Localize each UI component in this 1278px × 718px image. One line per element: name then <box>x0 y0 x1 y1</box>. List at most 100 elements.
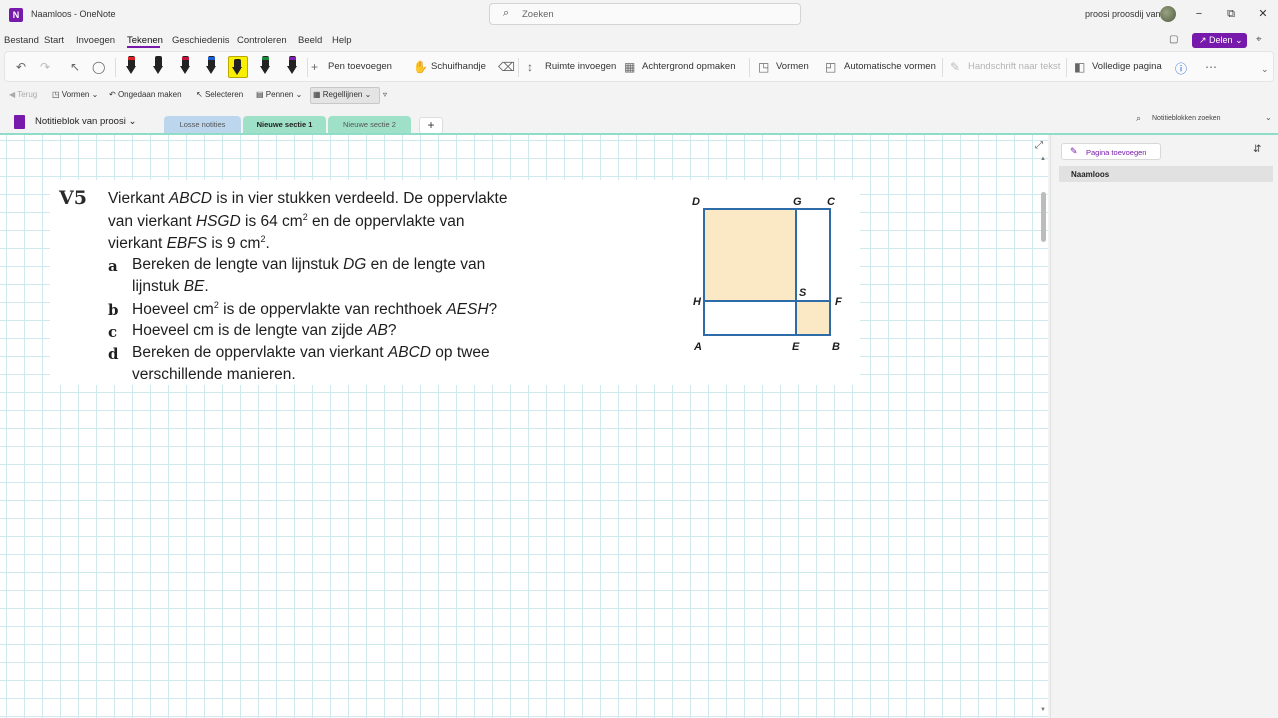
background-icon[interactable]: ▦ <box>624 60 635 74</box>
ribbon-separator <box>115 58 116 77</box>
qat-pens-button[interactable]: ▤ Pennen ⌄ <box>256 90 302 99</box>
search-icon: ⌕ <box>503 7 510 19</box>
question-line: Bereken de lengte van lijnstuk DG en de … <box>132 256 486 273</box>
qat-undo-label: Ongedaan maken <box>117 90 182 99</box>
insert-space-icon[interactable]: ↕ <box>527 60 533 74</box>
pen-1-icon[interactable] <box>125 56 138 78</box>
notebook-name: Notitieblok van proosi <box>35 116 126 127</box>
menu-invoegen[interactable]: Invoegen <box>76 35 115 46</box>
section-tab-nieuwe-sectie-1[interactable]: Nieuwe sectie 1 <box>243 116 326 134</box>
sticky-notes-icon[interactable]: ▢ <box>1169 34 1178 45</box>
chevron-down-icon[interactable]: ⌄ <box>1265 113 1272 122</box>
section-tab-nieuwe-sectie-2[interactable]: Nieuwe sectie 2 <box>328 116 411 134</box>
qat-undo-button[interactable]: ↶ Ongedaan maken <box>109 90 182 99</box>
ribbon-separator <box>1066 58 1067 77</box>
back-button[interactable]: ◀ Terug <box>9 90 37 99</box>
customize-toolbar-icon[interactable]: ▿ <box>383 90 387 99</box>
pages-pane: ✎ Pagina toevoegen ⇵ Naamloos <box>1050 135 1278 718</box>
search-box[interactable]: ⌕ Zoeken <box>489 3 801 25</box>
help-icon[interactable]: ⓘ <box>1175 60 1187 77</box>
question-line: Hoeveel cm is de lengte van zijde AB? <box>132 322 397 339</box>
hand-icon[interactable]: ✋ <box>413 60 428 74</box>
scroll-down-icon[interactable]: ▼ <box>1040 707 1046 713</box>
full-page-icon[interactable]: ◧ <box>1074 60 1085 74</box>
label-b: B <box>832 341 840 353</box>
back-label: Terug <box>17 90 38 99</box>
square-diagram: D G C H S F A E B <box>692 196 842 353</box>
auto-shapes-button[interactable]: Automatische vormen <box>844 61 936 72</box>
insert-space-button[interactable]: Ruimte invoegen <box>545 61 616 72</box>
square-ebfs <box>796 301 830 335</box>
add-page-label: Pagina toevoegen <box>1086 148 1147 157</box>
background-button[interactable]: Achtergrond opmaken <box>642 61 735 72</box>
ink-to-text-button[interactable]: Handschrift naar tekst <box>968 61 1060 72</box>
qat-select-button[interactable]: ↖ Selecteren <box>196 90 243 99</box>
label-g: G <box>793 196 802 208</box>
menu-controleren[interactable]: Controleren <box>237 35 287 46</box>
section-tab-losse-notities[interactable]: Losse notities <box>164 116 241 134</box>
add-page-button[interactable]: ✎ Pagina toevoegen <box>1061 143 1161 160</box>
superscript: 2 <box>302 212 308 222</box>
notebook-search[interactable]: ⌕ Notitieblokken zoeken ⌄ <box>1133 113 1275 127</box>
label-h: H <box>693 296 702 308</box>
window-title: Naamloos - OneNote <box>31 9 116 19</box>
qat-shapes-button[interactable]: ◳ Vormen ⌄ <box>52 90 98 99</box>
pen-4-icon[interactable] <box>205 56 218 78</box>
pen-2-icon[interactable] <box>152 56 165 78</box>
active-tab-indicator <box>127 46 160 48</box>
rule-lines-toggle[interactable]: ▦ Regellijnen ⌄ <box>313 90 371 99</box>
sort-icon[interactable]: ⇵ <box>1253 144 1261 155</box>
italic-term: HSGD <box>195 213 241 231</box>
pen-6-icon[interactable] <box>259 56 272 78</box>
exercise-intro-line: vierkant EBFS is 9 cm2. <box>108 234 270 253</box>
more-options-icon[interactable]: ⋯ <box>1205 60 1217 74</box>
onenote-logo-icon: N <box>9 8 23 22</box>
add-section-button[interactable]: + <box>419 117 443 134</box>
menu-beeld[interactable]: Beeld <box>298 35 322 46</box>
shapes-button[interactable]: Vormen <box>776 61 809 72</box>
superscript: 2 <box>260 234 266 244</box>
menu-geschiedenis[interactable]: Geschiedenis <box>172 35 230 46</box>
vertical-scrollbar[interactable]: ▲ ▼ <box>1039 150 1048 718</box>
menu-bestand[interactable]: Bestand <box>4 35 39 46</box>
menu-help[interactable]: Help <box>332 35 352 46</box>
shapes-icon[interactable]: ◳ <box>758 60 769 74</box>
menu-start[interactable]: Start <box>44 35 64 46</box>
notebook-selector[interactable]: Notitieblok van proosi ⌄ <box>35 116 136 127</box>
scrollbar-thumb[interactable] <box>1041 192 1046 242</box>
italic-term: EBFS <box>166 235 208 253</box>
add-pen-button[interactable]: Pen toevoegen <box>328 61 392 72</box>
avatar[interactable] <box>1160 6 1176 22</box>
restore-button[interactable]: ⧉ <box>1223 6 1239 22</box>
exercise-intro-line: van vierkant HSGD is 64 cm2 en de opperv… <box>108 212 465 231</box>
page-list-item[interactable]: Naamloos <box>1059 166 1273 182</box>
pen-7-icon[interactable] <box>286 56 299 78</box>
add-page-icon: ✎ <box>1070 146 1078 156</box>
full-page-button[interactable]: Volledige pagina <box>1092 61 1162 72</box>
lasso-icon[interactable]: ◯ <box>92 60 105 74</box>
close-button[interactable]: ✕ <box>1255 6 1271 22</box>
select-cursor-icon[interactable]: ↖ <box>70 60 80 74</box>
hand-button[interactable]: Schuifhandje <box>431 61 486 72</box>
collapse-ribbon-icon[interactable]: ⌄ <box>1261 64 1269 75</box>
question-line: lijnstuk BE. <box>132 278 209 295</box>
ink-to-text-icon[interactable]: ✎ <box>950 60 960 74</box>
pin-icon[interactable]: ⌖ <box>1256 34 1262 45</box>
menu-tekenen[interactable]: Tekenen <box>127 35 163 46</box>
qat-select-label: Selecteren <box>204 90 244 99</box>
share-button[interactable]: ↗ Delen ⌄ <box>1192 33 1247 48</box>
pen-3-icon[interactable] <box>179 56 192 78</box>
question-line: Bereken de oppervlakte van vierkant ABCD… <box>132 344 490 361</box>
rule-lines-label: Regellijnen <box>322 90 363 99</box>
eraser-icon[interactable]: ⌫ <box>498 60 515 74</box>
question-line: Hoeveel cm2 is de oppervlakte van rechth… <box>132 300 498 319</box>
scroll-up-icon[interactable]: ▲ <box>1040 156 1046 162</box>
add-pen-icon[interactable]: + <box>311 60 318 74</box>
redo-icon[interactable]: ↷ <box>40 60 50 74</box>
minimize-button[interactable]: − <box>1191 6 1207 22</box>
auto-shapes-icon[interactable]: ◰ <box>825 60 836 74</box>
user-name[interactable]: proosi proosdij van <box>1085 9 1161 19</box>
highlighter-icon[interactable] <box>228 56 248 78</box>
notebook-icon <box>14 115 25 129</box>
undo-icon[interactable]: ↶ <box>16 60 26 74</box>
